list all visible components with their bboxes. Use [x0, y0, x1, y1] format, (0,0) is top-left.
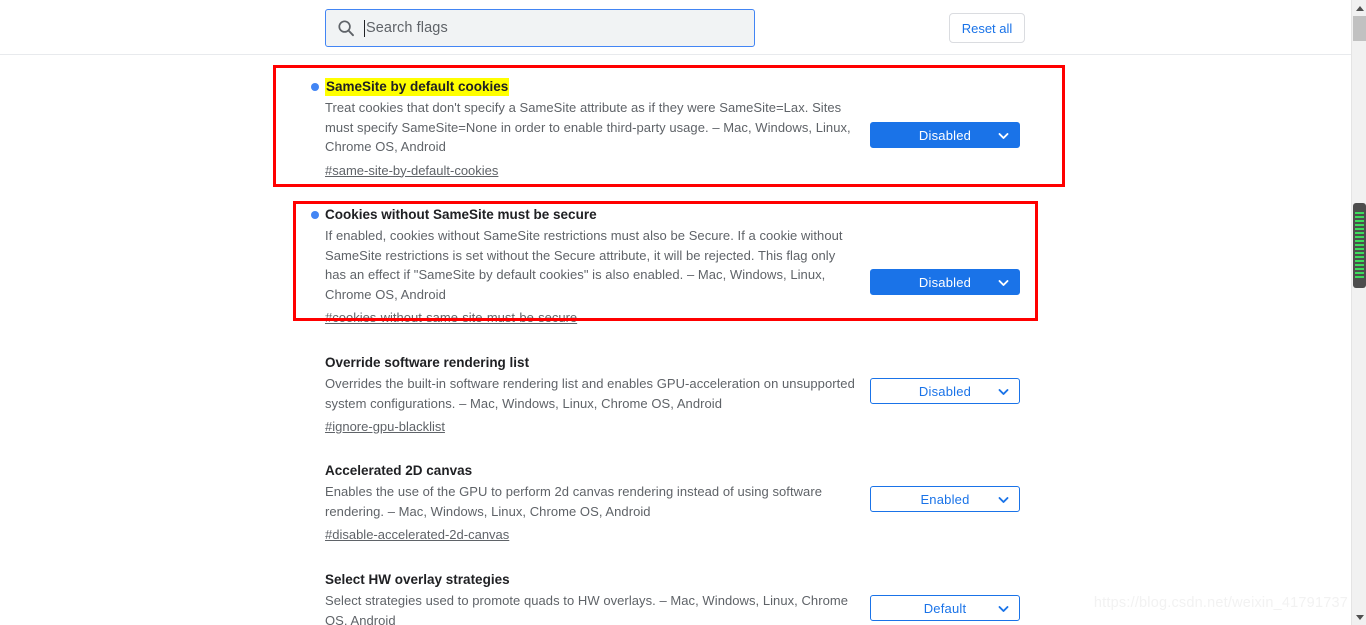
chrome-flags-page: Search flags Reset all SameSite by defau… — [0, 0, 1366, 625]
flag-row: Select HW overlay strategies Select stra… — [325, 571, 1020, 625]
flag-title: Override software rendering list — [325, 354, 855, 371]
flag-row: Accelerated 2D canvas Enables the use of… — [325, 462, 1020, 544]
flag-title: Select HW overlay strategies — [325, 571, 855, 588]
flag-select-value: Disabled — [918, 274, 972, 290]
scrollbar-thumb[interactable] — [1353, 203, 1366, 288]
flag-anchor-link[interactable]: #disable-accelerated-2d-canvas — [325, 526, 509, 544]
vertical-scrollbar[interactable] — [1351, 0, 1366, 625]
flag-info: Cookies without SameSite must be secure … — [311, 206, 855, 327]
flag-info: Accelerated 2D canvas Enables the use of… — [325, 462, 855, 544]
modified-indicator-dot — [311, 83, 319, 91]
text-caret — [364, 19, 365, 37]
flags-list: SameSite by default cookies Treat cookie… — [0, 56, 1351, 625]
flag-select-value: Disabled — [918, 383, 972, 399]
flag-select-hw-overlay-strategies[interactable]: Default — [870, 595, 1020, 621]
flag-select-value: Enabled — [920, 491, 970, 507]
flag-title-text: Override software rendering list — [325, 355, 530, 370]
flag-select-ignore-gpu-blacklist[interactable]: Disabled — [870, 378, 1020, 404]
flag-select-value: Disabled — [918, 127, 972, 143]
search-placeholder: Search flags — [366, 20, 448, 36]
modified-indicator-dot — [311, 211, 319, 219]
chevron-down-icon — [998, 130, 1009, 141]
watermark-text: https://blog.csdn.net/weixin_41791737 — [1093, 595, 1348, 611]
flag-description: If enabled, cookies without SameSite res… — [325, 228, 843, 302]
search-input[interactable]: Search flags — [325, 9, 755, 47]
chevron-down-icon — [998, 603, 1009, 614]
flag-select-value: Default — [923, 600, 967, 616]
flag-info: SameSite by default cookies Treat cookie… — [311, 78, 855, 180]
flag-anchor-link[interactable]: #ignore-gpu-blacklist — [325, 418, 445, 436]
flag-title: Cookies without SameSite must be secure — [311, 206, 855, 223]
chevron-down-icon — [998, 386, 1009, 397]
flag-select-disable-accelerated-2d-canvas[interactable]: Enabled — [870, 486, 1020, 512]
scroll-down-arrow-icon[interactable] — [1352, 609, 1366, 625]
flag-description: Overrides the built-in software renderin… — [325, 376, 855, 411]
flag-title: Accelerated 2D canvas — [325, 462, 855, 479]
flags-toolbar: Search flags Reset all — [0, 0, 1351, 55]
scrollbar-track-segment — [1353, 16, 1366, 41]
chevron-down-icon — [998, 494, 1009, 505]
flag-info: Override software rendering list Overrid… — [325, 354, 855, 436]
flag-description: Select strategies used to promote quads … — [325, 593, 849, 625]
flag-row: Cookies without SameSite must be secure … — [311, 206, 1020, 327]
flag-title-text: SameSite by default cookies — [325, 78, 510, 96]
reset-all-button[interactable]: Reset all — [949, 13, 1025, 43]
flag-description: Treat cookies that don't specify a SameS… — [325, 100, 851, 154]
flag-title-text: Accelerated 2D canvas — [325, 463, 473, 478]
flag-anchor-link[interactable]: #cookies-without-same-site-must-be-secur… — [325, 309, 577, 327]
chevron-down-icon — [998, 277, 1009, 288]
flag-anchor-link[interactable]: #same-site-by-default-cookies — [325, 162, 498, 180]
scrollbar-thumb-stripes — [1355, 212, 1364, 280]
flag-row: Override software rendering list Overrid… — [325, 354, 1020, 436]
flag-title-text: Select HW overlay strategies — [325, 572, 510, 587]
scroll-up-arrow-icon[interactable] — [1352, 0, 1366, 16]
flag-title: SameSite by default cookies — [311, 78, 855, 96]
flag-row: SameSite by default cookies Treat cookie… — [311, 78, 1020, 180]
flag-description: Enables the use of the GPU to perform 2d… — [325, 484, 822, 519]
flag-select-cookies-without-same-site-must-be-secure[interactable]: Disabled — [870, 269, 1020, 295]
flag-select-same-site-by-default-cookies[interactable]: Disabled — [870, 122, 1020, 148]
search-icon — [337, 19, 355, 37]
flag-title-text: Cookies without SameSite must be secure — [325, 207, 597, 222]
flag-info: Select HW overlay strategies Select stra… — [325, 571, 855, 625]
